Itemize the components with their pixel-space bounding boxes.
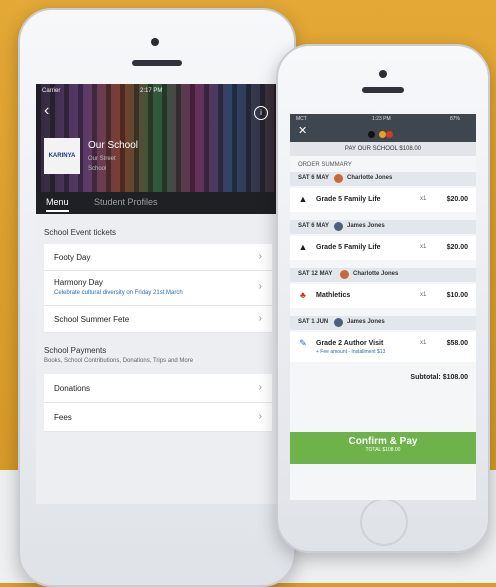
info-icon[interactable]: i bbox=[254, 106, 268, 120]
close-icon[interactable]: ✕ bbox=[298, 124, 307, 137]
order-date-header: SAT 1 JUN James Jones bbox=[290, 316, 476, 330]
right-phone: MCT 1:23 PM 87% ✕ PAY OUR SCHOOL $108.00… bbox=[276, 44, 490, 553]
item-qty: x1 bbox=[420, 340, 427, 346]
order-date: SAT 12 MAY bbox=[298, 271, 333, 277]
school-logo: KARINYA bbox=[44, 138, 80, 174]
left-phone: Carrier 2:17 PM ‹ i KARINYA Our School O… bbox=[18, 8, 296, 587]
speaker bbox=[362, 87, 404, 93]
tab-menu[interactable]: Menu bbox=[46, 197, 69, 212]
order-item: ✎ Grade 2 Author Visit x1 $58.00 + Fee a… bbox=[290, 332, 476, 362]
chevron-right-icon: › bbox=[258, 382, 262, 393]
camera bbox=[379, 70, 387, 78]
order-date: SAT 6 MAY bbox=[298, 175, 330, 181]
item-title: Grade 5 Family Life bbox=[316, 196, 381, 203]
payments-section-title: School Payments bbox=[44, 346, 107, 355]
activity-icon: ✎ bbox=[299, 338, 307, 348]
item-price: $10.00 bbox=[446, 292, 468, 299]
item-title: Grade 5 Family Life bbox=[316, 244, 381, 251]
status-carrier: MCT bbox=[296, 116, 307, 122]
order-date-header: SAT 6 MAY Charlotte Jones bbox=[290, 172, 476, 186]
confirm-pay-label: Confirm & Pay bbox=[348, 436, 418, 447]
item-extra: + Fee amount - Installment $13 bbox=[316, 349, 386, 355]
home-button[interactable] bbox=[360, 498, 408, 546]
event-title: Harmony Day bbox=[54, 278, 103, 287]
school-name: Our School bbox=[88, 140, 139, 151]
student-avatar bbox=[334, 318, 343, 327]
activity-icon: ♣ bbox=[300, 290, 306, 300]
events-section-title: School Event tickets bbox=[44, 228, 117, 237]
order-item: ♣ Mathletics x1 $10.00 bbox=[290, 284, 476, 308]
payment-title: Donations bbox=[54, 384, 91, 393]
order-item: ▲ Grade 5 Family Life x1 $20.00 bbox=[290, 188, 476, 212]
event-item-footy-day[interactable]: Footy Day › bbox=[44, 244, 272, 271]
order-item: ▲ Grade 5 Family Life x1 $20.00 bbox=[290, 236, 476, 260]
right-screen: MCT 1:23 PM 87% ✕ PAY OUR SCHOOL $108.00… bbox=[290, 114, 476, 500]
payments-section-subtitle: Books, School Contributions, Donations, … bbox=[44, 358, 194, 364]
item-qty: x1 bbox=[420, 244, 427, 250]
order-summary-label: ORDER SUMMARY bbox=[298, 162, 352, 168]
order-date: SAT 1 JUN bbox=[298, 319, 329, 325]
student-name: James Jones bbox=[347, 319, 385, 325]
event-title: Footy Day bbox=[54, 253, 91, 262]
camera bbox=[151, 38, 159, 46]
payment-item-fees[interactable]: Fees › bbox=[44, 403, 272, 432]
event-title: School Summer Fete bbox=[54, 315, 130, 324]
order-date-header: SAT 12 MAY Charlotte Jones bbox=[290, 268, 476, 282]
status-time: 1:23 PM bbox=[372, 116, 391, 122]
school-street: Our Street bbox=[88, 156, 116, 162]
chevron-left-icon[interactable]: ‹ bbox=[44, 102, 49, 120]
item-title: Mathletics bbox=[316, 292, 351, 299]
event-item-summer-fete[interactable]: School Summer Fete › bbox=[44, 306, 272, 333]
speaker bbox=[132, 60, 182, 66]
status-battery: 87% bbox=[450, 116, 461, 122]
left-screen: Carrier 2:17 PM ‹ i KARINYA Our School O… bbox=[36, 84, 280, 504]
payment-item-donations[interactable]: Donations › bbox=[44, 374, 272, 403]
item-qty: x1 bbox=[420, 292, 427, 298]
chevron-right-icon: › bbox=[258, 313, 262, 324]
item-title: Grade 2 Author Visit bbox=[316, 340, 384, 347]
confirm-pay-button[interactable]: Confirm & Pay TOTAL $108.00 bbox=[290, 432, 476, 464]
event-item-harmony-day[interactable]: Harmony Day Celebrate cultural diversity… bbox=[44, 271, 272, 306]
student-name: Charlotte Jones bbox=[353, 271, 399, 277]
item-qty: x1 bbox=[420, 196, 427, 202]
student-name: Charlotte Jones bbox=[347, 175, 393, 181]
pay-header: PAY OUR SCHOOL $108.00 bbox=[290, 142, 476, 156]
student-avatar bbox=[334, 174, 343, 183]
school-suburb: School bbox=[88, 166, 107, 172]
status-time: 2:17 PM bbox=[140, 88, 163, 94]
item-price: $20.00 bbox=[446, 244, 468, 251]
confirm-pay-total: TOTAL $108.00 bbox=[365, 447, 401, 453]
payment-title: Fees bbox=[54, 413, 72, 422]
event-description: Celebrate cultural diversity on Friday 2… bbox=[54, 290, 183, 296]
activity-icon: ▲ bbox=[298, 194, 308, 204]
order-date-header: SAT 6 MAY James Jones bbox=[290, 220, 476, 234]
brand-logo-icon bbox=[368, 126, 398, 139]
chevron-right-icon: › bbox=[258, 251, 262, 262]
item-price: $58.00 bbox=[446, 340, 468, 347]
chevron-right-icon: › bbox=[258, 411, 262, 422]
status-carrier: Carrier bbox=[42, 88, 61, 94]
student-avatar bbox=[340, 270, 349, 279]
order-date: SAT 6 MAY bbox=[298, 223, 330, 229]
item-price: $20.00 bbox=[446, 196, 468, 203]
activity-icon: ▲ bbox=[298, 242, 308, 252]
checkout-header: MCT 1:23 PM 87% ✕ bbox=[290, 114, 476, 142]
tab-student-profiles[interactable]: Student Profiles bbox=[94, 197, 158, 207]
student-name: James Jones bbox=[347, 223, 385, 229]
tab-bar: Menu Student Profiles bbox=[36, 192, 280, 214]
chevron-right-icon: › bbox=[258, 281, 262, 292]
student-avatar bbox=[334, 222, 343, 231]
subtotal: Subtotal: $108.00 bbox=[410, 374, 468, 381]
